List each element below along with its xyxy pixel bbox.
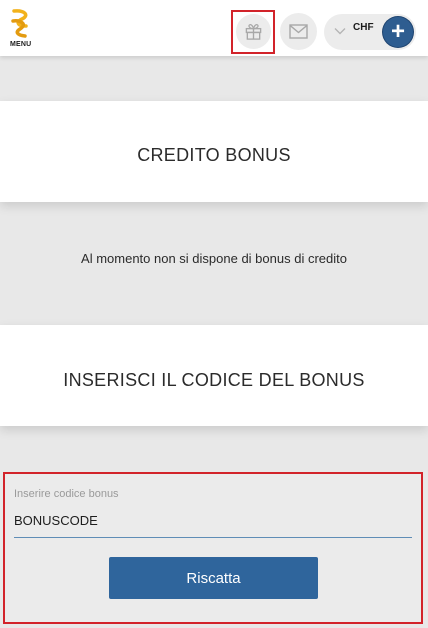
gift-highlight (231, 10, 275, 54)
bonus-credit-title: CREDITO BONUS (137, 145, 291, 165)
bonus-credit-card: CREDITO BONUS (0, 101, 428, 202)
gift-icon (245, 24, 262, 40)
bonus-code-card: INSERISCI IL CODICE DEL BONUS (0, 325, 428, 426)
menu-label: MENU (10, 41, 32, 48)
plus-icon: + (390, 18, 405, 45)
redeem-button[interactable]: Riscatta (109, 557, 318, 599)
messages-button[interactable] (280, 13, 317, 50)
bonus-code-input[interactable] (14, 508, 412, 538)
mail-icon (289, 24, 308, 39)
menu-button[interactable]: MENU (6, 8, 36, 52)
top-header: MENU CHF + (0, 0, 428, 56)
currency-label: CHF (353, 22, 374, 33)
bonus-code-form: Inserire codice bonus Riscatta (3, 472, 423, 624)
gift-button[interactable] (236, 14, 271, 49)
chevron-down-icon (334, 28, 346, 35)
brand-logo-icon (11, 9, 28, 38)
no-bonus-message: Al momento non si dispone di bonus di cr… (81, 251, 347, 266)
bonus-code-title: INSERISCI IL CODICE DEL BONUS (63, 370, 365, 390)
deposit-button[interactable]: + (383, 17, 413, 47)
bonus-code-label: Inserire codice bonus (14, 488, 119, 500)
